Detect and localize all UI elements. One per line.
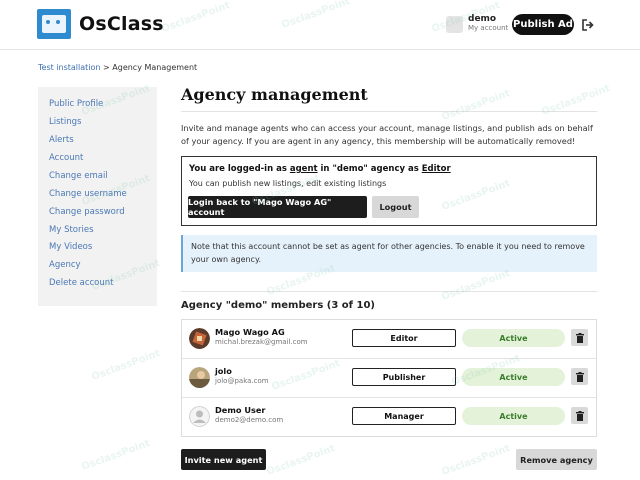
breadcrumb-root[interactable]: Test installation (38, 63, 100, 72)
logout-button[interactable]: Logout (372, 196, 419, 218)
watermark: OsclassPoint (540, 83, 612, 118)
sidebar-item-change-username[interactable]: Change username (49, 189, 127, 199)
breadcrumb-separator: > (100, 63, 113, 72)
breadcrumb-current: Agency Management (112, 63, 198, 72)
member-avatar (189, 406, 210, 427)
member-role-button[interactable]: Manager (352, 407, 456, 425)
member-avatar (189, 367, 210, 388)
delete-member-button[interactable] (571, 407, 588, 424)
member-name: Demo User (215, 405, 266, 415)
member-row: jolo jolo@paka.com Publisher Active (182, 359, 596, 398)
agent-link[interactable]: agent (290, 164, 318, 174)
user-sub: My account (468, 24, 509, 32)
delete-member-button[interactable] (571, 368, 588, 385)
user-menu[interactable]: demo My account (446, 15, 508, 33)
title-divider (181, 111, 597, 112)
sidebar-item-change-password[interactable]: Change password (49, 207, 125, 217)
watermark: OsclassPoint (90, 348, 162, 383)
status-badge: Active (462, 329, 565, 347)
member-name: jolo (215, 366, 232, 376)
members-divider (181, 291, 597, 292)
member-row: Mago Wago AG michal.brezak@gmail.com Edi… (182, 320, 596, 359)
members-list: Mago Wago AG michal.brezak@gmail.com Edi… (181, 319, 597, 437)
intro-text: Invite and manage agents who can access … (181, 123, 593, 146)
user-name: demo (468, 14, 497, 24)
watermark: OsclassPoint (440, 268, 512, 303)
login-status-box: You are logged-in as agent in "demo" age… (181, 156, 597, 226)
logo-text: OsClass (79, 13, 164, 35)
logo-icon (37, 9, 71, 39)
sidebar-item-listings[interactable]: Listings (49, 117, 81, 127)
page-title: Agency management (181, 85, 368, 104)
members-title: Agency "demo" members (3 of 10) (181, 300, 375, 311)
watermark: OsclassPoint (440, 88, 512, 123)
status-badge: Active (462, 407, 565, 425)
user-avatar (446, 15, 463, 33)
member-name: Mago Wago AG (215, 327, 285, 337)
sidebar-item-change-email[interactable]: Change email (49, 171, 108, 181)
login-permissions-text: You can publish new listings, edit exist… (189, 179, 387, 188)
member-role-button[interactable]: Editor (352, 329, 456, 347)
watermark: OsclassPoint (265, 443, 337, 478)
member-row: Demo User demo2@demo.com Manager Active (182, 398, 596, 437)
watermark: OsclassPoint (80, 438, 152, 473)
delete-member-button[interactable] (571, 329, 588, 346)
sidebar-item-agency[interactable]: Agency (49, 260, 81, 270)
logo[interactable]: OsClass (37, 9, 164, 39)
invite-agent-button[interactable]: Invite new agent (181, 449, 266, 470)
sidebar-item-public-profile[interactable]: Public Profile (49, 99, 103, 109)
sidebar-item-alerts[interactable]: Alerts (49, 135, 74, 145)
member-email: michal.brezak@gmail.com (215, 338, 308, 346)
remove-agency-button[interactable]: Remove agency (516, 449, 597, 470)
login-status-line: You are logged-in as agent in "demo" age… (189, 164, 451, 174)
info-note: Note that this account cannot be set as … (181, 235, 597, 272)
sidebar-item-delete-account[interactable]: Delete account (49, 278, 114, 288)
sidebar-item-account[interactable]: Account (49, 153, 83, 163)
login-back-button[interactable]: Login back to "Mago Wago AG" account (188, 196, 367, 218)
publish-ad-button[interactable]: Publish Ad (512, 14, 574, 35)
sidebar-item-my-stories[interactable]: My Stories (49, 225, 94, 235)
status-badge: Active (462, 368, 565, 386)
header: OsClass demo My account Publish Ad (0, 0, 640, 50)
trash-icon (575, 332, 584, 343)
trash-icon (575, 410, 584, 421)
member-role-button[interactable]: Publisher (352, 368, 456, 386)
watermark: OsclassPoint (440, 443, 512, 478)
role-link[interactable]: Editor (422, 164, 451, 174)
member-avatar (189, 328, 210, 349)
member-email: demo2@demo.com (215, 416, 284, 424)
logout-icon[interactable] (582, 19, 594, 31)
trash-icon (575, 371, 584, 382)
member-email: jolo@paka.com (215, 377, 269, 385)
breadcrumb: Test installation > Agency Management (38, 63, 197, 72)
sidebar: Public Profile Listings Alerts Account C… (38, 87, 157, 306)
sidebar-item-my-videos[interactable]: My Videos (49, 242, 92, 252)
